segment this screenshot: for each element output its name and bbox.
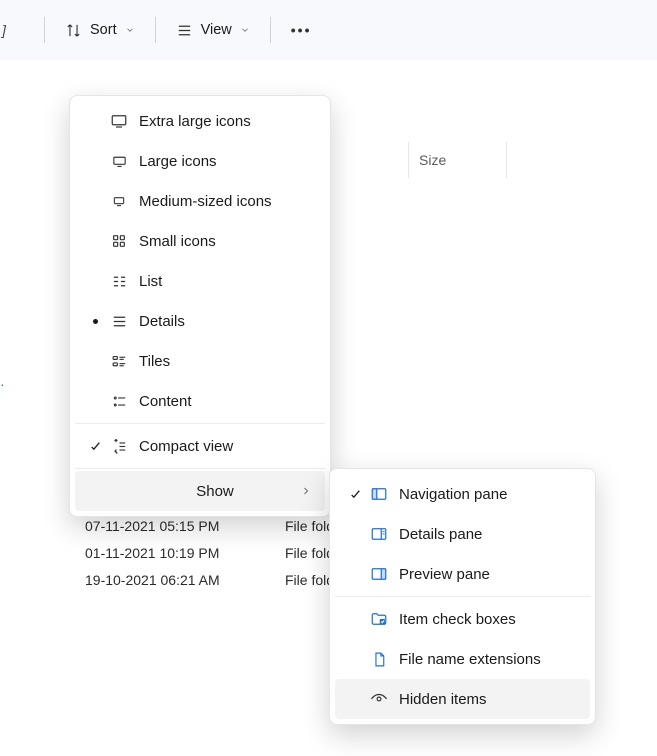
- menu-divider: [75, 468, 325, 469]
- toolbar-partial-glyph: ]: [2, 22, 6, 38]
- menu-item-tiles[interactable]: Tiles: [75, 341, 325, 381]
- list-icon: [105, 273, 133, 290]
- menu-label: Large icons: [133, 153, 315, 170]
- compact-view-icon: [105, 438, 133, 455]
- preview-pane-icon: [365, 565, 393, 583]
- menu-label: Tiles: [133, 353, 315, 370]
- more-button[interactable]: •••: [283, 18, 320, 42]
- partial-row-highlight: ·: [0, 376, 5, 392]
- menu-item-compact-view[interactable]: Compact view: [75, 426, 325, 466]
- row-date: 19-10-2021 06:21 AM: [85, 572, 245, 588]
- column-header-size-label: Size: [419, 152, 446, 168]
- menu-label: Preview pane: [393, 566, 580, 583]
- menu-label: Hidden items: [393, 691, 580, 708]
- hidden-items-icon: [365, 690, 393, 708]
- item-check-boxes-icon: [365, 610, 393, 628]
- menu-item-large-icons[interactable]: Large icons: [75, 141, 325, 181]
- submenu-item-file-name-extensions[interactable]: File name extensions: [335, 639, 590, 679]
- submenu-item-item-check-boxes[interactable]: Item check boxes: [335, 599, 590, 639]
- submenu-item-hidden-items[interactable]: Hidden items: [335, 679, 590, 719]
- menu-label: Item check boxes: [393, 611, 580, 628]
- details-pane-icon: [365, 525, 393, 543]
- chevron-right-icon: [297, 485, 315, 497]
- navigation-pane-icon: [365, 485, 393, 503]
- table-row[interactable]: 01-11-2021 10:19 PM File folde: [85, 539, 342, 566]
- toolbar: ] Sort View •••: [0, 0, 657, 60]
- menu-item-content[interactable]: Content: [75, 381, 325, 421]
- submenu-item-navigation-pane[interactable]: Navigation pane: [335, 474, 590, 514]
- menu-label: Navigation pane: [393, 486, 580, 503]
- row-date: 01-11-2021 10:19 PM: [85, 545, 245, 561]
- toolbar-separator: [270, 17, 271, 43]
- view-dropdown: Extra large icons Large icons Medium-siz…: [69, 95, 331, 517]
- view-button[interactable]: View: [168, 16, 258, 45]
- menu-label: Details pane: [393, 526, 580, 543]
- menu-check-mark: [85, 440, 105, 453]
- small-icons-icon: [105, 233, 133, 249]
- large-icons-icon: [105, 153, 133, 170]
- chevron-down-icon: [240, 25, 250, 35]
- menu-check-mark: [345, 488, 365, 501]
- menu-item-show[interactable]: Show: [75, 471, 325, 511]
- details-icon: [105, 313, 133, 330]
- tiles-icon: [105, 353, 133, 370]
- menu-item-details[interactable]: Details: [75, 301, 325, 341]
- menu-label: Details: [133, 313, 315, 330]
- menu-label: Content: [133, 393, 315, 410]
- menu-divider: [335, 596, 590, 597]
- menu-selected-mark: [85, 319, 105, 324]
- toolbar-separator: [155, 17, 156, 43]
- menu-label: Medium-sized icons: [133, 193, 315, 210]
- table-row[interactable]: 19-10-2021 06:21 AM File folde: [85, 566, 342, 593]
- view-icon: [176, 22, 193, 39]
- medium-icons-icon: [105, 193, 133, 209]
- column-header-size[interactable]: Size: [408, 142, 507, 178]
- menu-label: Show: [133, 483, 297, 500]
- file-name-extensions-icon: [365, 651, 393, 668]
- content-area: Size · 07-11-2021 05:15 PM File folde 01…: [0, 60, 657, 756]
- content-icon: [105, 393, 133, 410]
- menu-item-medium-icons[interactable]: Medium-sized icons: [75, 181, 325, 221]
- submenu-item-preview-pane[interactable]: Preview pane: [335, 554, 590, 594]
- table-rows-visible: 07-11-2021 05:15 PM File folde 01-11-202…: [85, 512, 342, 593]
- menu-divider: [75, 423, 325, 424]
- sort-icon: [65, 22, 82, 39]
- menu-label: File name extensions: [393, 651, 580, 668]
- sort-label: Sort: [90, 22, 117, 38]
- toolbar-separator: [44, 17, 45, 43]
- view-label: View: [201, 22, 232, 38]
- menu-item-extra-large-icons[interactable]: Extra large icons: [75, 101, 325, 141]
- menu-label: Compact view: [133, 438, 315, 455]
- submenu-item-details-pane[interactable]: Details pane: [335, 514, 590, 554]
- chevron-down-icon: [125, 25, 135, 35]
- menu-item-small-icons[interactable]: Small icons: [75, 221, 325, 261]
- menu-label: Small icons: [133, 233, 315, 250]
- menu-label: Extra large icons: [133, 113, 315, 130]
- show-submenu: Navigation pane Details pane Preview pan…: [329, 468, 596, 725]
- sort-button[interactable]: Sort: [57, 16, 143, 45]
- extra-large-icons-icon: [105, 112, 133, 130]
- menu-item-list[interactable]: List: [75, 261, 325, 301]
- menu-label: List: [133, 273, 315, 290]
- row-date: 07-11-2021 05:15 PM: [85, 518, 245, 534]
